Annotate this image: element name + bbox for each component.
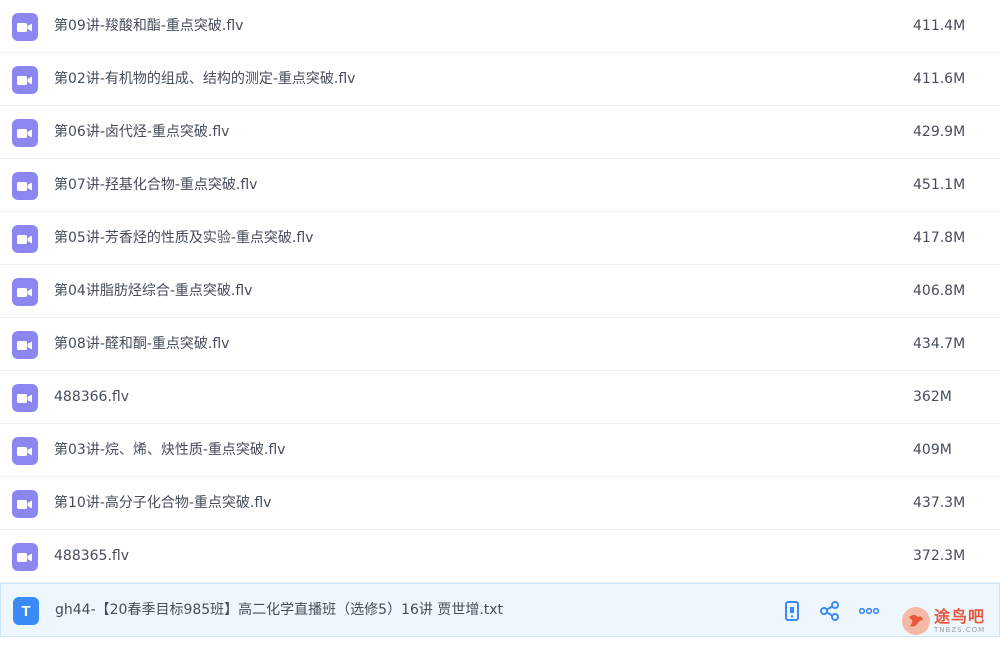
file-name[interactable]: gh44-【20春季目标985班】高二化学直播班（选修5）16讲 贾世增.txt <box>55 584 503 637</box>
video-file-icon <box>12 437 38 465</box>
file-size: 451.1M <box>913 177 966 193</box>
text-file-letter: T <box>21 602 31 620</box>
file-name[interactable]: 第03讲-烷、烯、炔性质-重点突破.flv <box>54 424 285 477</box>
watermark-text: 途鸟吧 <box>934 606 986 626</box>
file-name[interactable]: 第05讲-芳香烃的性质及实验-重点突破.flv <box>54 212 313 265</box>
file-row[interactable]: 第08讲-醛和酮-重点突破.flv 434.7M <box>0 318 1000 371</box>
video-file-icon <box>12 13 38 41</box>
file-name[interactable]: 第04讲脂肪烃综合-重点突破.flv <box>54 265 252 318</box>
video-file-icon <box>12 66 38 94</box>
file-row[interactable]: 第06讲-卤代烃-重点突破.flv 429.9M <box>0 106 1000 159</box>
file-list: 第09讲-羧酸和酯-重点突破.flv 411.4M 第02讲-有机物的组成、结构… <box>0 0 1000 637</box>
file-size: 411.4M <box>913 18 966 34</box>
video-file-icon <box>12 278 38 306</box>
file-size: 417.8M <box>913 230 966 246</box>
file-row[interactable]: 488365.flv 372.3M <box>0 530 1000 583</box>
file-size: 362M <box>913 389 952 405</box>
file-name[interactable]: 488366.flv <box>54 371 129 424</box>
video-file-icon <box>12 384 38 412</box>
video-file-icon <box>12 331 38 359</box>
file-row-selected[interactable]: T gh44-【20春季目标985班】高二化学直播班（选修5）16讲 贾世增.t… <box>0 583 1000 637</box>
file-name[interactable]: 488365.flv <box>54 530 129 583</box>
file-name[interactable]: 第02讲-有机物的组成、结构的测定-重点突破.flv <box>54 53 355 106</box>
file-row[interactable]: 第03讲-烷、烯、炔性质-重点突破.flv 409M <box>0 424 1000 477</box>
file-size: 372.3M <box>913 548 966 564</box>
file-name[interactable]: 第06讲-卤代烃-重点突破.flv <box>54 106 229 159</box>
video-file-icon <box>12 172 38 200</box>
file-name[interactable]: 第07讲-羟基化合物-重点突破.flv <box>54 159 257 212</box>
text-file-icon: T <box>13 597 39 625</box>
file-size: 437.3M <box>913 495 966 511</box>
more-icon[interactable] <box>858 600 880 622</box>
video-file-icon <box>12 543 38 571</box>
file-row[interactable]: 第05讲-芳香烃的性质及实验-重点突破.flv 417.8M <box>0 212 1000 265</box>
file-size: 411.6M <box>913 71 966 87</box>
watermark-subtext: TNBZS.COM <box>934 625 986 634</box>
file-name[interactable]: 第09讲-羧酸和酯-重点突破.flv <box>54 0 243 53</box>
file-row[interactable]: 第02讲-有机物的组成、结构的测定-重点突破.flv 411.6M <box>0 53 1000 106</box>
file-row[interactable]: 第10讲-高分子化合物-重点突破.flv 437.3M <box>0 477 1000 530</box>
video-file-icon <box>12 225 38 253</box>
file-name[interactable]: 第08讲-醛和酮-重点突破.flv <box>54 318 229 371</box>
bird-logo-icon <box>902 607 930 635</box>
file-row[interactable]: 488366.flv 362M <box>0 371 1000 424</box>
phone-icon[interactable] <box>781 600 803 622</box>
video-file-icon <box>12 119 38 147</box>
file-row[interactable]: 第04讲脂肪烃综合-重点突破.flv 406.8M <box>0 265 1000 318</box>
video-file-icon <box>12 490 38 518</box>
file-size: 434.7M <box>913 336 966 352</box>
watermark-logo: 途鸟吧 TNBZS.COM <box>902 607 985 635</box>
share-icon[interactable] <box>819 600 841 622</box>
file-row[interactable]: 第07讲-羟基化合物-重点突破.flv 451.1M <box>0 159 1000 212</box>
file-name[interactable]: 第10讲-高分子化合物-重点突破.flv <box>54 477 271 530</box>
file-size: 406.8M <box>913 283 966 299</box>
file-row[interactable]: 第09讲-羧酸和酯-重点突破.flv 411.4M <box>0 0 1000 53</box>
file-size: 429.9M <box>913 124 966 140</box>
file-size: 409M <box>913 442 952 458</box>
